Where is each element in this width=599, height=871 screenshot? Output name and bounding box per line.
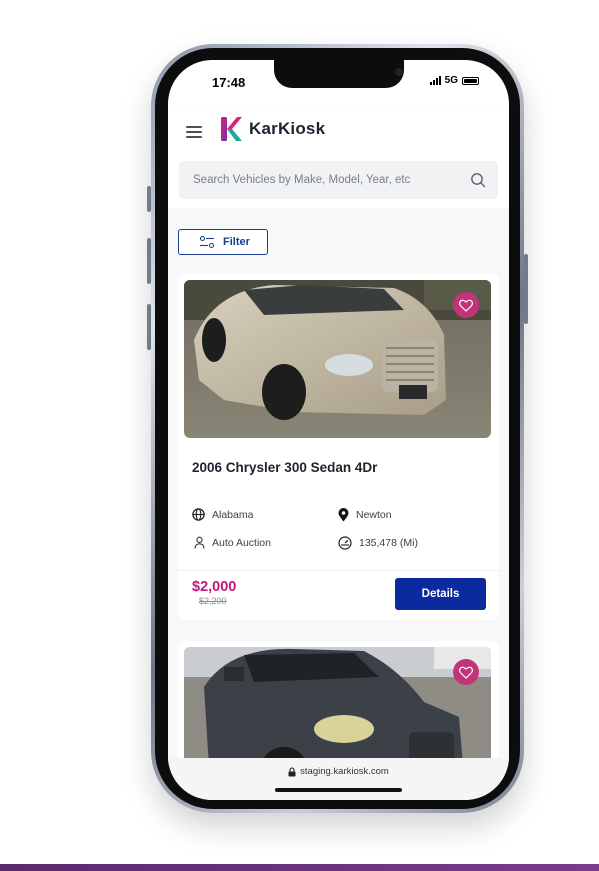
browser-url-bar: staging.karkiosk.com [168, 758, 509, 800]
favorite-button[interactable] [453, 659, 479, 685]
current-price: $2,000 [192, 579, 237, 595]
filter-icon [199, 235, 215, 249]
vehicle-photo[interactable] [184, 647, 491, 768]
speedometer-icon [338, 536, 352, 550]
menu-icon[interactable] [186, 126, 202, 138]
person-icon [194, 536, 205, 549]
vehicle-mileage: 135,478 (Mi) [338, 536, 418, 550]
card-divider [178, 570, 499, 571]
vehicle-seller: Auto Auction [194, 536, 271, 549]
search-bar[interactable] [179, 161, 498, 199]
heart-icon [459, 666, 473, 679]
brand-name: KarKiosk [249, 119, 326, 138]
details-button[interactable]: Details [395, 578, 486, 610]
notch [274, 60, 404, 88]
listing-area: Filter 2006 Chrysler 300 Sedan 4Dr Alaba… [168, 208, 509, 768]
favorite-button[interactable] [453, 292, 479, 318]
globe-icon [192, 508, 205, 521]
signal-icon [429, 76, 441, 85]
listing-card[interactable]: 2006 Chrysler 300 Sedan 4Dr Alabama Newt… [178, 274, 499, 620]
camera-icon [395, 68, 403, 76]
location-pin-icon [338, 508, 349, 522]
karkiosk-logo-icon [221, 117, 242, 141]
home-indicator[interactable] [275, 788, 402, 792]
search-icon[interactable] [470, 172, 486, 188]
vehicle-city: Newton [338, 508, 392, 522]
page-bottom-strip [0, 864, 599, 871]
seller-label: Auto Auction [212, 536, 271, 549]
url-text: staging.karkiosk.com [300, 766, 389, 777]
phone-screen: 17:48 5G KarKiosk Search Vehicles by Mak… [168, 60, 509, 800]
original-price: $2,200 [199, 596, 227, 606]
vehicle-photo[interactable] [184, 280, 491, 438]
app-header: KarKiosk [168, 108, 509, 208]
filter-label: Filter [223, 236, 250, 248]
heart-icon [459, 299, 473, 312]
url-display[interactable]: staging.karkiosk.com [168, 766, 509, 777]
filter-button[interactable]: Filter [178, 229, 268, 255]
battery-icon [462, 76, 479, 85]
mileage-label: 135,478 (Mi) [359, 537, 418, 549]
status-icons: 5G [429, 75, 479, 86]
power-button [524, 254, 528, 324]
state-label: Alabama [212, 508, 254, 521]
city-label: Newton [356, 509, 392, 521]
vehicle-state: Alabama [192, 508, 253, 521]
status-time: 17:48 [212, 75, 246, 90]
search-input[interactable] [193, 161, 463, 199]
listing-card[interactable] [178, 641, 499, 768]
vehicle-title[interactable]: 2006 Chrysler 300 Sedan 4Dr [192, 460, 377, 475]
network-type: 5G [444, 75, 458, 86]
brand-logo[interactable]: KarKiosk [220, 116, 325, 142]
lock-icon [288, 766, 296, 776]
